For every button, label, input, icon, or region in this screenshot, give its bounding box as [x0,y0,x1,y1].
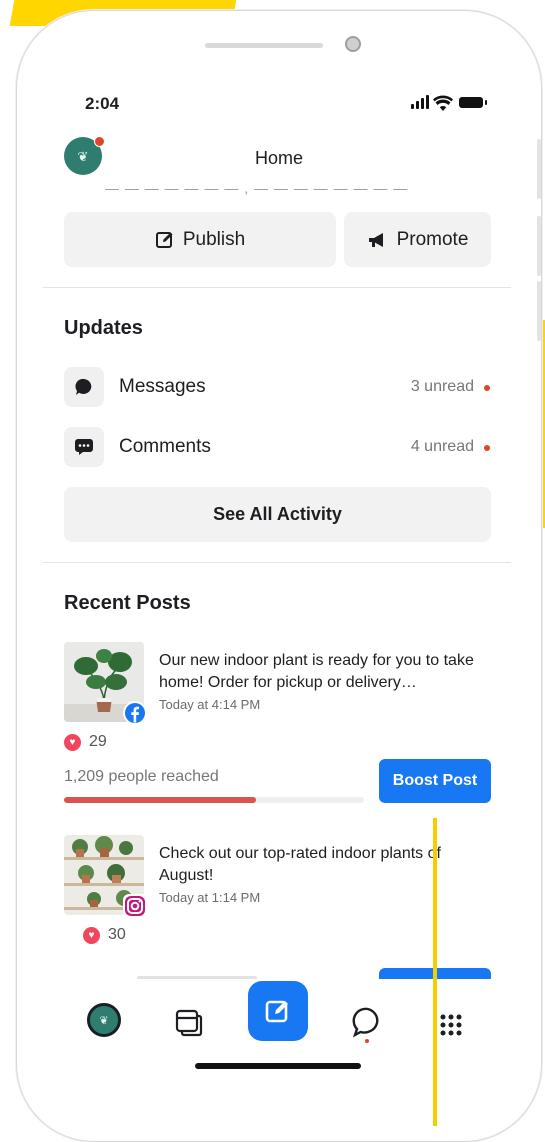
reach-progress-fill [64,797,256,803]
phone-speaker [205,43,323,48]
battery-icon [459,97,487,108]
post-time: Today at 1:14 PM [159,890,261,905]
divider [43,287,511,288]
unread-dot [484,445,490,451]
unread-count: 3 unread [410,378,474,395]
truncated-header-text: — — — — — — — , — — — — — — — — [105,189,425,197]
notification-dot [365,1039,369,1043]
post-text[interactable]: Check out our top-rated indoor plants of… [159,843,479,887]
home-indicator [195,1063,361,1069]
decorative-yellow-line [433,818,437,1126]
nav-compose-button[interactable] [248,981,308,1041]
post-likes: ♥ 29 [64,733,107,751]
updates-title: Updates [64,317,143,339]
status-time: 2:04 [85,94,120,113]
promote-label: Promote [396,228,469,250]
update-label: Comments [119,436,211,457]
boost-post-button[interactable]: Boost Post [379,759,491,803]
message-bubble-icon[interactable] [352,1006,384,1038]
signal-icon [411,95,429,109]
megaphone-icon [368,232,383,247]
like-count: 29 [89,733,107,750]
updates-item-messages[interactable]: Messages 3 unread [64,367,492,407]
phone-camera [345,36,361,52]
bottom-navigation: ❦ [17,979,541,1059]
wifi-icon [433,95,453,111]
pages-icon[interactable] [174,1007,204,1037]
compose-icon [155,231,173,248]
recent-posts-title: Recent Posts [64,592,191,614]
plant-logo-icon: ❦ [99,1014,109,1027]
update-label: Messages [119,376,206,397]
compose-icon [265,1000,288,1023]
promote-button[interactable]: Promote [344,212,491,267]
phone-side-button [537,281,541,341]
divider [43,562,511,563]
post-time: Today at 4:14 PM [159,697,261,712]
unread-dot [484,385,490,391]
comment-icon [64,427,104,467]
message-bubble-icon [64,367,104,407]
heart-icon: ♥ [64,733,81,751]
like-count: 30 [108,926,126,943]
page-title: Home [254,148,303,168]
phone-frame: 2:04 ❦ Home — — — — — — — , — — — — — — … [16,10,542,1142]
see-all-activity-label: See All Activity [213,504,342,524]
heart-icon: ♥ [83,926,100,944]
boost-post-label: Boost Post [392,772,478,789]
notification-dot [94,136,105,147]
publish-label: Publish [182,228,246,250]
facebook-icon [123,701,147,725]
publish-button[interactable]: Publish [64,212,336,267]
phone-side-button [537,216,541,276]
nav-home-avatar[interactable]: ❦ [87,1003,121,1037]
status-icons [411,95,491,111]
post-reach: 1,209 people reached [64,768,219,785]
unread-count: 4 unread [410,438,474,455]
menu-grid-icon[interactable] [440,1014,462,1036]
post-likes: ♥ 30 [83,926,126,944]
see-all-activity-button[interactable]: See All Activity [64,487,491,542]
instagram-icon [123,894,147,918]
reach-progress-bar [64,797,364,803]
updates-item-comments[interactable]: Comments 4 unread [64,427,492,467]
post-text[interactable]: Our new indoor plant is ready for you to… [159,650,479,694]
